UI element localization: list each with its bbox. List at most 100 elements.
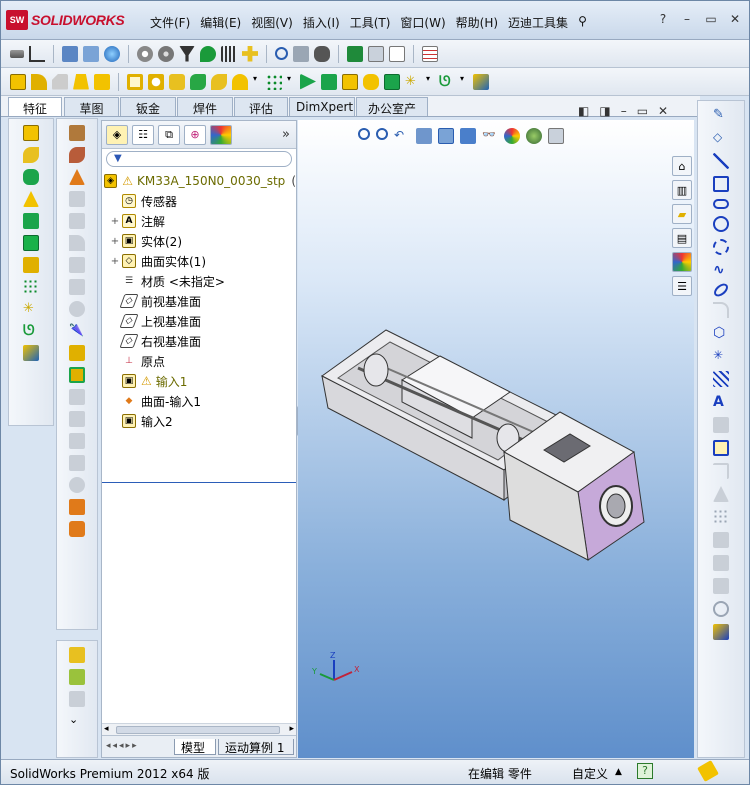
pin-icon[interactable]: ⚲: [578, 14, 587, 31]
rapid-sketch-icon[interactable]: [713, 624, 729, 640]
tree-filter-input[interactable]: ▼: [106, 151, 292, 167]
funnel-icon[interactable]: [179, 45, 195, 62]
menu-help[interactable]: 帮助(H): [456, 14, 498, 31]
solid-box-icon[interactable]: [23, 235, 39, 251]
chevron-down-icon[interactable]: ▾: [426, 74, 434, 90]
tab-dimxpert[interactable]: DimXpert: [289, 97, 355, 116]
cylinder-icon[interactable]: [363, 73, 379, 90]
tree-item-top-plane[interactable]: ◇ 上视基准面: [102, 311, 296, 331]
tab-sketch[interactable]: 草图: [64, 97, 119, 116]
rebuild-status-icon[interactable]: ?: [637, 763, 653, 779]
reference-geometry-icon[interactable]: ✳: [405, 74, 421, 90]
next-view-icon[interactable]: ◨: [599, 104, 610, 118]
sweep-boss-icon[interactable]: [23, 169, 39, 185]
menu-tools[interactable]: 工具(T): [350, 14, 391, 31]
location-pin-icon[interactable]: [200, 45, 216, 62]
quick-snaps-icon[interactable]: [713, 601, 729, 617]
tree-item-surface-import1[interactable]: ◆ 曲面-输入1: [102, 391, 296, 411]
extrude-icon[interactable]: [23, 125, 39, 141]
chevron-double-down-icon[interactable]: ⌄: [69, 713, 85, 729]
globe-icon[interactable]: [104, 45, 120, 62]
convert-entities-icon[interactable]: [713, 440, 729, 456]
tab-model[interactable]: 模型: [174, 739, 216, 755]
tab-features[interactable]: 特征: [8, 97, 62, 116]
file-explorer-icon[interactable]: ▰: [672, 204, 692, 224]
expand-toggle[interactable]: +: [110, 216, 120, 227]
restore-button[interactable]: ▭: [702, 12, 720, 26]
doc-minimize-button[interactable]: –: [621, 104, 627, 118]
tree-item-annotations[interactable]: + A 注解: [102, 211, 296, 231]
model-3d-view[interactable]: Z Y X: [298, 120, 694, 758]
smart-dimension-icon[interactable]: ◇: [713, 130, 729, 146]
3d-sketch-icon[interactable]: [69, 647, 85, 663]
doc-close-button[interactable]: ✕: [658, 104, 668, 118]
loft-boss-icon[interactable]: [23, 191, 39, 207]
horizontal-scrollbar[interactable]: ◂ ▸: [102, 723, 296, 735]
binoculars-icon[interactable]: [314, 45, 330, 62]
draft-icon[interactable]: [73, 73, 89, 90]
chevron-down-icon[interactable]: ▾: [460, 74, 468, 90]
table-icon[interactable]: [422, 45, 438, 62]
display-manager-tab[interactable]: [210, 124, 232, 145]
menu-maidi-tools[interactable]: 迈迪工具集: [508, 14, 568, 31]
units-chevron-up-icon[interactable]: ▲: [615, 767, 622, 777]
rollback-bar[interactable]: [102, 482, 296, 483]
print-icon[interactable]: [293, 45, 309, 62]
thicken-icon[interactable]: [23, 257, 39, 273]
green-box-icon[interactable]: [321, 73, 337, 90]
centerline-icon[interactable]: [713, 371, 729, 387]
arc-icon[interactable]: [713, 239, 729, 255]
expand-toggle[interactable]: +: [110, 236, 120, 247]
pattern-icon[interactable]: [23, 279, 39, 295]
new-document-icon[interactable]: [389, 45, 405, 62]
graphics-area[interactable]: ↶ 👓 Z Y X: [298, 120, 694, 758]
cut-revolve-icon[interactable]: [69, 147, 85, 163]
rib-icon[interactable]: [94, 73, 110, 90]
reference-point-icon[interactable]: ✳: [23, 301, 39, 317]
tab-motion-study[interactable]: 运动算例 1: [218, 739, 294, 755]
tab-weldments[interactable]: 焊件: [177, 97, 233, 116]
tree-item-sensors[interactable]: ◷ 传感器: [102, 191, 296, 211]
help-button[interactable]: ?: [654, 12, 672, 26]
tree-item-solid-bodies[interactable]: + ▣ 实体(2): [102, 231, 296, 251]
chamfer-icon[interactable]: [52, 73, 68, 90]
minimize-button[interactable]: –: [678, 12, 696, 26]
sweep-icon[interactable]: [190, 73, 206, 90]
circle-icon[interactable]: [713, 216, 729, 232]
custom-properties-icon[interactable]: ☰: [672, 276, 692, 296]
tag-icon[interactable]: [697, 760, 719, 782]
measure-icon[interactable]: 🌂: [69, 323, 85, 339]
extruded-boss-icon[interactable]: [10, 73, 26, 90]
menu-window[interactable]: 窗口(W): [400, 14, 445, 31]
units-selector[interactable]: 自定义: [572, 765, 608, 782]
text-icon[interactable]: A: [713, 394, 729, 410]
ellipse-icon[interactable]: [711, 281, 731, 299]
green-box2-icon[interactable]: [384, 73, 400, 90]
tab-evaluate[interactable]: 评估: [234, 97, 288, 116]
gears-icon[interactable]: [158, 45, 174, 62]
chevron-down-icon[interactable]: ▾: [253, 74, 261, 90]
design-library-icon[interactable]: ▥: [672, 180, 692, 200]
spring-icon[interactable]: [221, 45, 237, 62]
excel-icon[interactable]: [347, 45, 363, 62]
cut-sweep-icon[interactable]: [69, 169, 85, 185]
view-palette-icon[interactable]: ▤: [672, 228, 692, 248]
yellow-box-icon[interactable]: [342, 73, 358, 90]
scroll-left-icon[interactable]: ◂: [104, 724, 109, 734]
feature-manager-tab[interactable]: ◈: [106, 124, 128, 145]
home-icon[interactable]: ⌂: [672, 156, 692, 176]
boundary-boss-icon[interactable]: [23, 213, 39, 229]
menu-insert[interactable]: 插入(I): [303, 14, 340, 31]
tree-root-part[interactable]: ◈ ⚠ KM33A_150N0_0030_stp (: [102, 171, 296, 191]
scroll-right-icon[interactable]: ▸: [289, 724, 294, 734]
tree-item-material[interactable]: ☰ 材质 <未指定>: [102, 271, 296, 291]
line-icon[interactable]: [713, 153, 729, 169]
scrollbar-thumb[interactable]: [116, 726, 280, 734]
tree-item-import2[interactable]: ▣ 输入2: [102, 411, 296, 431]
spline-icon[interactable]: ∿: [713, 262, 729, 278]
configuration-manager-tab[interactable]: ⧉: [158, 124, 180, 145]
search-icon[interactable]: [275, 47, 288, 60]
menu-edit[interactable]: 编辑(E): [200, 14, 241, 31]
network-icon[interactable]: [83, 45, 99, 62]
hole-icon[interactable]: [148, 73, 164, 90]
